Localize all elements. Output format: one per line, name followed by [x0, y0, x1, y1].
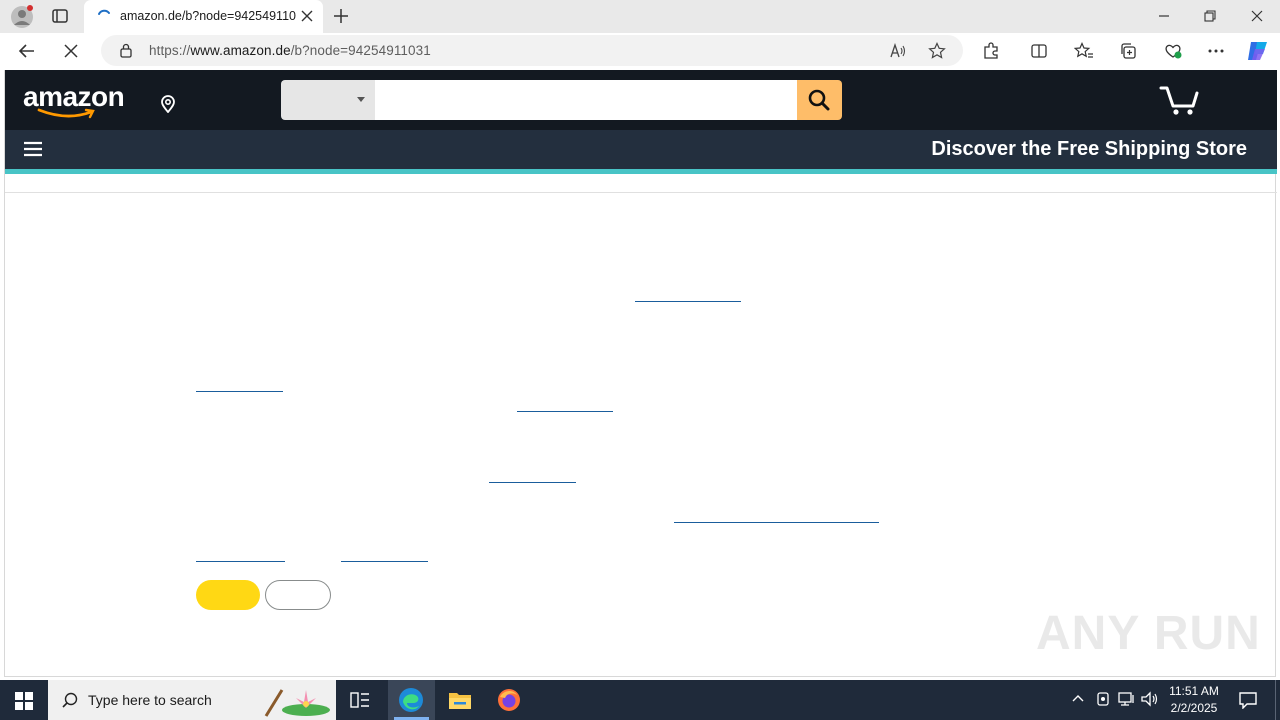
cart-icon[interactable]	[1159, 84, 1201, 116]
firefox-icon[interactable]	[497, 688, 521, 712]
extensions-icon[interactable]	[982, 42, 1000, 60]
logo-smile-icon	[37, 108, 95, 119]
address-bar[interactable]: https://www.amazon.de/b?node=94254911031	[101, 35, 963, 66]
search-bar	[281, 80, 842, 120]
windows-taskbar: Type here to search 11:51 AM 2/2/2025	[0, 680, 1280, 720]
water-lily-icon	[260, 684, 332, 718]
primary-pill-button[interactable]	[196, 580, 260, 610]
placeholder-link-4[interactable]	[489, 482, 576, 483]
tab-actions-icon[interactable]	[51, 7, 69, 25]
amazon-sub-nav: Discover the Free Shipping Store	[5, 130, 1277, 169]
search-icon	[808, 89, 830, 111]
anyrun-watermark: ANY RUN	[1036, 607, 1261, 660]
task-view-icon[interactable]	[350, 691, 370, 709]
show-desktop-button[interactable]	[1275, 680, 1280, 720]
restore-icon[interactable]	[1204, 10, 1216, 22]
more-options-icon[interactable]	[1207, 48, 1225, 54]
content-divider	[5, 192, 1277, 193]
volume-icon[interactable]	[1141, 691, 1159, 707]
minimize-icon[interactable]	[1158, 10, 1170, 22]
clock-time: 11:51 AM	[1169, 684, 1219, 698]
taskbar-search-placeholder: Type here to search	[88, 692, 212, 708]
placeholder-link-3[interactable]	[517, 411, 613, 412]
amazon-logo[interactable]: amazon	[23, 82, 125, 119]
tab-amazon[interactable]: amazon.de/b?node=94254911031	[84, 0, 323, 33]
teal-accent-strip	[5, 169, 1277, 174]
taskbar-search-icon	[62, 692, 78, 708]
placeholder-link-5[interactable]	[674, 522, 879, 523]
placeholder-link-1[interactable]	[635, 301, 741, 302]
notifications-icon[interactable]	[1238, 691, 1258, 709]
network-icon[interactable]	[1118, 691, 1136, 707]
browser-toolbar: https://www.amazon.de/b?node=94254911031	[0, 33, 1280, 70]
search-department-select[interactable]	[281, 80, 375, 120]
url-text[interactable]: https://www.amazon.de/b?node=94254911031	[149, 43, 431, 58]
free-shipping-promo-link[interactable]: Discover the Free Shipping Store	[931, 138, 1247, 161]
loading-spinner-icon	[96, 8, 112, 24]
search-button[interactable]	[797, 80, 842, 120]
clock-date: 2/2/2025	[1170, 701, 1218, 715]
amazon-top-nav: amazon	[5, 70, 1277, 130]
split-screen-icon[interactable]	[1030, 42, 1048, 60]
tab-title: amazon.de/b?node=94254911031	[120, 9, 296, 23]
taskbar-edge-button[interactable]	[388, 680, 435, 720]
read-aloud-icon[interactable]	[889, 43, 907, 59]
file-explorer-icon[interactable]	[448, 689, 472, 711]
close-window-icon[interactable]	[1251, 10, 1263, 22]
system-clock[interactable]: 11:51 AM 2/2/2025	[1166, 683, 1222, 717]
collections-icon[interactable]	[1119, 42, 1137, 60]
placeholder-link-2[interactable]	[196, 391, 283, 392]
taskbar-search-box[interactable]: Type here to search	[48, 680, 336, 720]
dropdown-arrow-icon	[357, 97, 365, 102]
search-input[interactable]	[375, 80, 797, 120]
location-pin-icon[interactable]	[160, 95, 176, 113]
tab-close-icon[interactable]	[301, 10, 313, 22]
browser-essentials-icon[interactable]	[1163, 42, 1183, 60]
copilot-icon[interactable]	[1245, 39, 1271, 63]
browser-tab-bar: amazon.de/b?node=94254911031	[0, 0, 1280, 33]
placeholder-link-6[interactable]	[196, 561, 285, 562]
windows-start-icon[interactable]	[15, 692, 33, 710]
secondary-pill-button[interactable]	[265, 580, 331, 610]
placeholder-link-7[interactable]	[341, 561, 428, 562]
profile-avatar-icon[interactable]	[10, 5, 34, 29]
edge-browser-icon	[399, 688, 423, 712]
meet-now-icon[interactable]	[1096, 691, 1110, 707]
new-tab-icon[interactable]	[333, 8, 349, 24]
hamburger-menu-icon[interactable]	[24, 141, 42, 157]
lock-icon[interactable]	[119, 43, 133, 58]
favorite-star-icon[interactable]	[928, 42, 946, 60]
stop-loading-icon[interactable]	[63, 43, 79, 59]
web-page: amazon Discover the Free Shipping Store	[4, 70, 1277, 677]
back-arrow-icon[interactable]	[18, 42, 36, 60]
tray-overflow-chevron-icon[interactable]	[1072, 694, 1084, 702]
favorites-icon[interactable]	[1074, 42, 1094, 60]
